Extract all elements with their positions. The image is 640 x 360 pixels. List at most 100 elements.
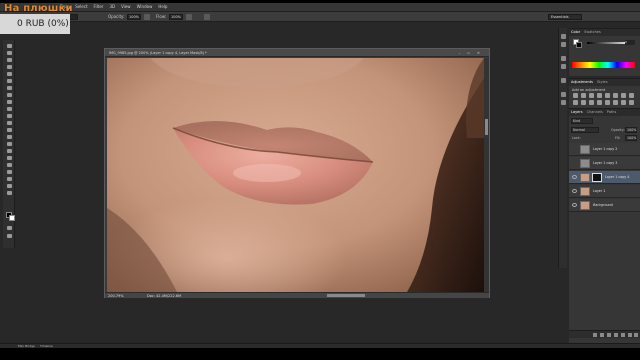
color-balance-icon[interactable] — [621, 93, 626, 98]
layer-style-icon[interactable] — [600, 333, 604, 337]
quick-mask-icon[interactable] — [6, 226, 13, 231]
minimize-button[interactable]: – — [457, 51, 462, 55]
screen-mode-icon[interactable] — [6, 234, 13, 239]
levels-icon[interactable] — [581, 93, 586, 98]
character-panel-icon[interactable] — [561, 92, 566, 97]
tab-swatches[interactable]: Swatches — [584, 29, 601, 36]
channel-mixer-icon[interactable] — [581, 100, 586, 105]
visibility-eye-icon[interactable] — [572, 189, 577, 193]
k-value-field[interactable]: 0 — [625, 40, 635, 45]
background-color-swatch[interactable] — [9, 215, 15, 221]
close-button[interactable]: ✕ — [476, 51, 481, 55]
menu-item-window[interactable]: Window — [137, 4, 153, 10]
document-title-bar[interactable]: IMG_9985.jpg @ 200% (Layer 1 copy 4, Lay… — [105, 49, 489, 57]
layer-row[interactable]: Layer 1 copy 3 — [569, 157, 640, 170]
new-adjustment-layer-icon[interactable] — [614, 333, 618, 337]
threshold-icon[interactable] — [613, 100, 618, 105]
vertical-scroll-thumb[interactable] — [485, 119, 488, 135]
invert-icon[interactable] — [597, 100, 602, 105]
menu-item-help[interactable]: Help — [158, 4, 167, 10]
gradient-tool-icon[interactable] — [6, 121, 13, 126]
zoom-tool-icon[interactable] — [6, 191, 13, 196]
menu-item-view[interactable]: View — [121, 4, 131, 10]
rectangle-tool-icon[interactable] — [6, 163, 13, 168]
workspace-switcher[interactable]: Essentials — [548, 14, 582, 20]
new-layer-icon[interactable] — [628, 333, 632, 337]
healing-brush-tool-icon[interactable] — [6, 86, 13, 91]
layer-row[interactable]: Layer 1 copy 4 — [569, 171, 640, 184]
layer-mask-thumbnail[interactable] — [592, 173, 602, 182]
path-selection-tool-icon[interactable] — [6, 156, 13, 161]
layer-row[interactable]: Layer 1 — [569, 185, 640, 198]
marquee-tool-icon[interactable] — [6, 51, 13, 56]
trash-icon[interactable] — [634, 333, 638, 337]
curves-icon[interactable] — [589, 93, 594, 98]
horizontal-scroll-thumb[interactable] — [327, 294, 365, 297]
paragraph-panel-icon[interactable] — [561, 100, 566, 105]
hue-saturation-icon[interactable] — [613, 93, 618, 98]
tab-styles[interactable]: Styles — [597, 79, 608, 86]
color-lookup-icon[interactable] — [589, 100, 594, 105]
tab-color[interactable]: Color — [571, 29, 580, 36]
flow-field[interactable]: 100% — [169, 14, 183, 20]
3d-camera-tool-icon[interactable] — [6, 177, 13, 182]
posterize-icon[interactable] — [605, 100, 610, 105]
lasso-tool-icon[interactable] — [6, 58, 13, 63]
tab-adjustments[interactable]: Adjustments — [571, 79, 593, 86]
layer-opacity-field[interactable]: 100% — [625, 127, 637, 133]
eyedropper-tool-icon[interactable] — [6, 79, 13, 84]
hand-tool-icon[interactable] — [6, 184, 13, 189]
3d-rotate-tool-icon[interactable] — [6, 170, 13, 175]
clone-stamp-tool-icon[interactable] — [6, 100, 13, 105]
pressure-size-icon[interactable] — [204, 14, 210, 20]
airbrush-icon[interactable] — [186, 14, 192, 20]
color-spectrum-ramp[interactable] — [572, 62, 635, 68]
layer-row[interactable]: Layer 1 copy 2 — [569, 143, 640, 156]
pressure-opacity-icon[interactable] — [144, 14, 150, 20]
menu-item-3d[interactable]: 3D — [109, 4, 115, 10]
blend-mode-select[interactable]: Normal — [571, 127, 599, 133]
link-layers-icon[interactable] — [593, 333, 597, 337]
tab-channels[interactable]: Channels — [587, 109, 603, 116]
visibility-eye-icon[interactable] — [572, 175, 577, 179]
add-mask-icon[interactable] — [607, 333, 611, 337]
history-panel-icon[interactable] — [561, 34, 566, 39]
photo-filter-icon[interactable] — [573, 100, 578, 105]
brush-panel-icon[interactable] — [561, 56, 566, 61]
actions-panel-icon[interactable] — [561, 42, 566, 47]
vibrance-icon[interactable] — [605, 93, 610, 98]
visibility-eye-icon[interactable] — [572, 161, 577, 165]
new-group-icon[interactable] — [621, 333, 625, 337]
menu-item-filter[interactable]: Filter — [94, 4, 104, 10]
image-canvas[interactable] — [107, 58, 484, 292]
tab-paths[interactable]: Paths — [607, 109, 617, 116]
pen-tool-icon[interactable] — [6, 142, 13, 147]
menu-item-select[interactable]: Select — [75, 4, 87, 10]
opacity-field[interactable]: 100% — [127, 14, 141, 20]
gradient-map-icon[interactable] — [621, 100, 626, 105]
brush-tool-icon[interactable] — [6, 93, 13, 98]
visibility-eye-icon[interactable] — [572, 203, 577, 207]
crop-tool-icon[interactable] — [6, 72, 13, 77]
visibility-eye-icon[interactable] — [572, 147, 577, 151]
vertical-scrollbar[interactable] — [484, 58, 489, 292]
eraser-tool-icon[interactable] — [6, 114, 13, 119]
layer-row[interactable]: Background — [569, 199, 640, 212]
layer-kind-filter[interactable]: Kind — [571, 118, 593, 124]
zoom-level-field[interactable]: 200.79% — [108, 294, 124, 298]
selective-color-icon[interactable] — [629, 100, 634, 105]
tab-layers[interactable]: Layers — [571, 109, 583, 116]
exposure-icon[interactable] — [597, 93, 602, 98]
brightness-contrast-icon[interactable] — [573, 93, 578, 98]
document-size-info[interactable]: Doc: 42.4M/222.6M — [147, 294, 181, 298]
move-tool-icon[interactable] — [6, 44, 13, 49]
color-panel-background-swatch[interactable] — [576, 42, 582, 48]
maximize-button[interactable]: ▫ — [466, 51, 471, 55]
quick-selection-tool-icon[interactable] — [6, 65, 13, 70]
brush-presets-panel-icon[interactable] — [561, 64, 566, 69]
type-tool-icon[interactable] — [6, 149, 13, 154]
clone-source-panel-icon[interactable] — [561, 78, 566, 83]
history-brush-tool-icon[interactable] — [6, 107, 13, 112]
black-white-icon[interactable] — [629, 93, 634, 98]
dodge-tool-icon[interactable] — [6, 135, 13, 140]
